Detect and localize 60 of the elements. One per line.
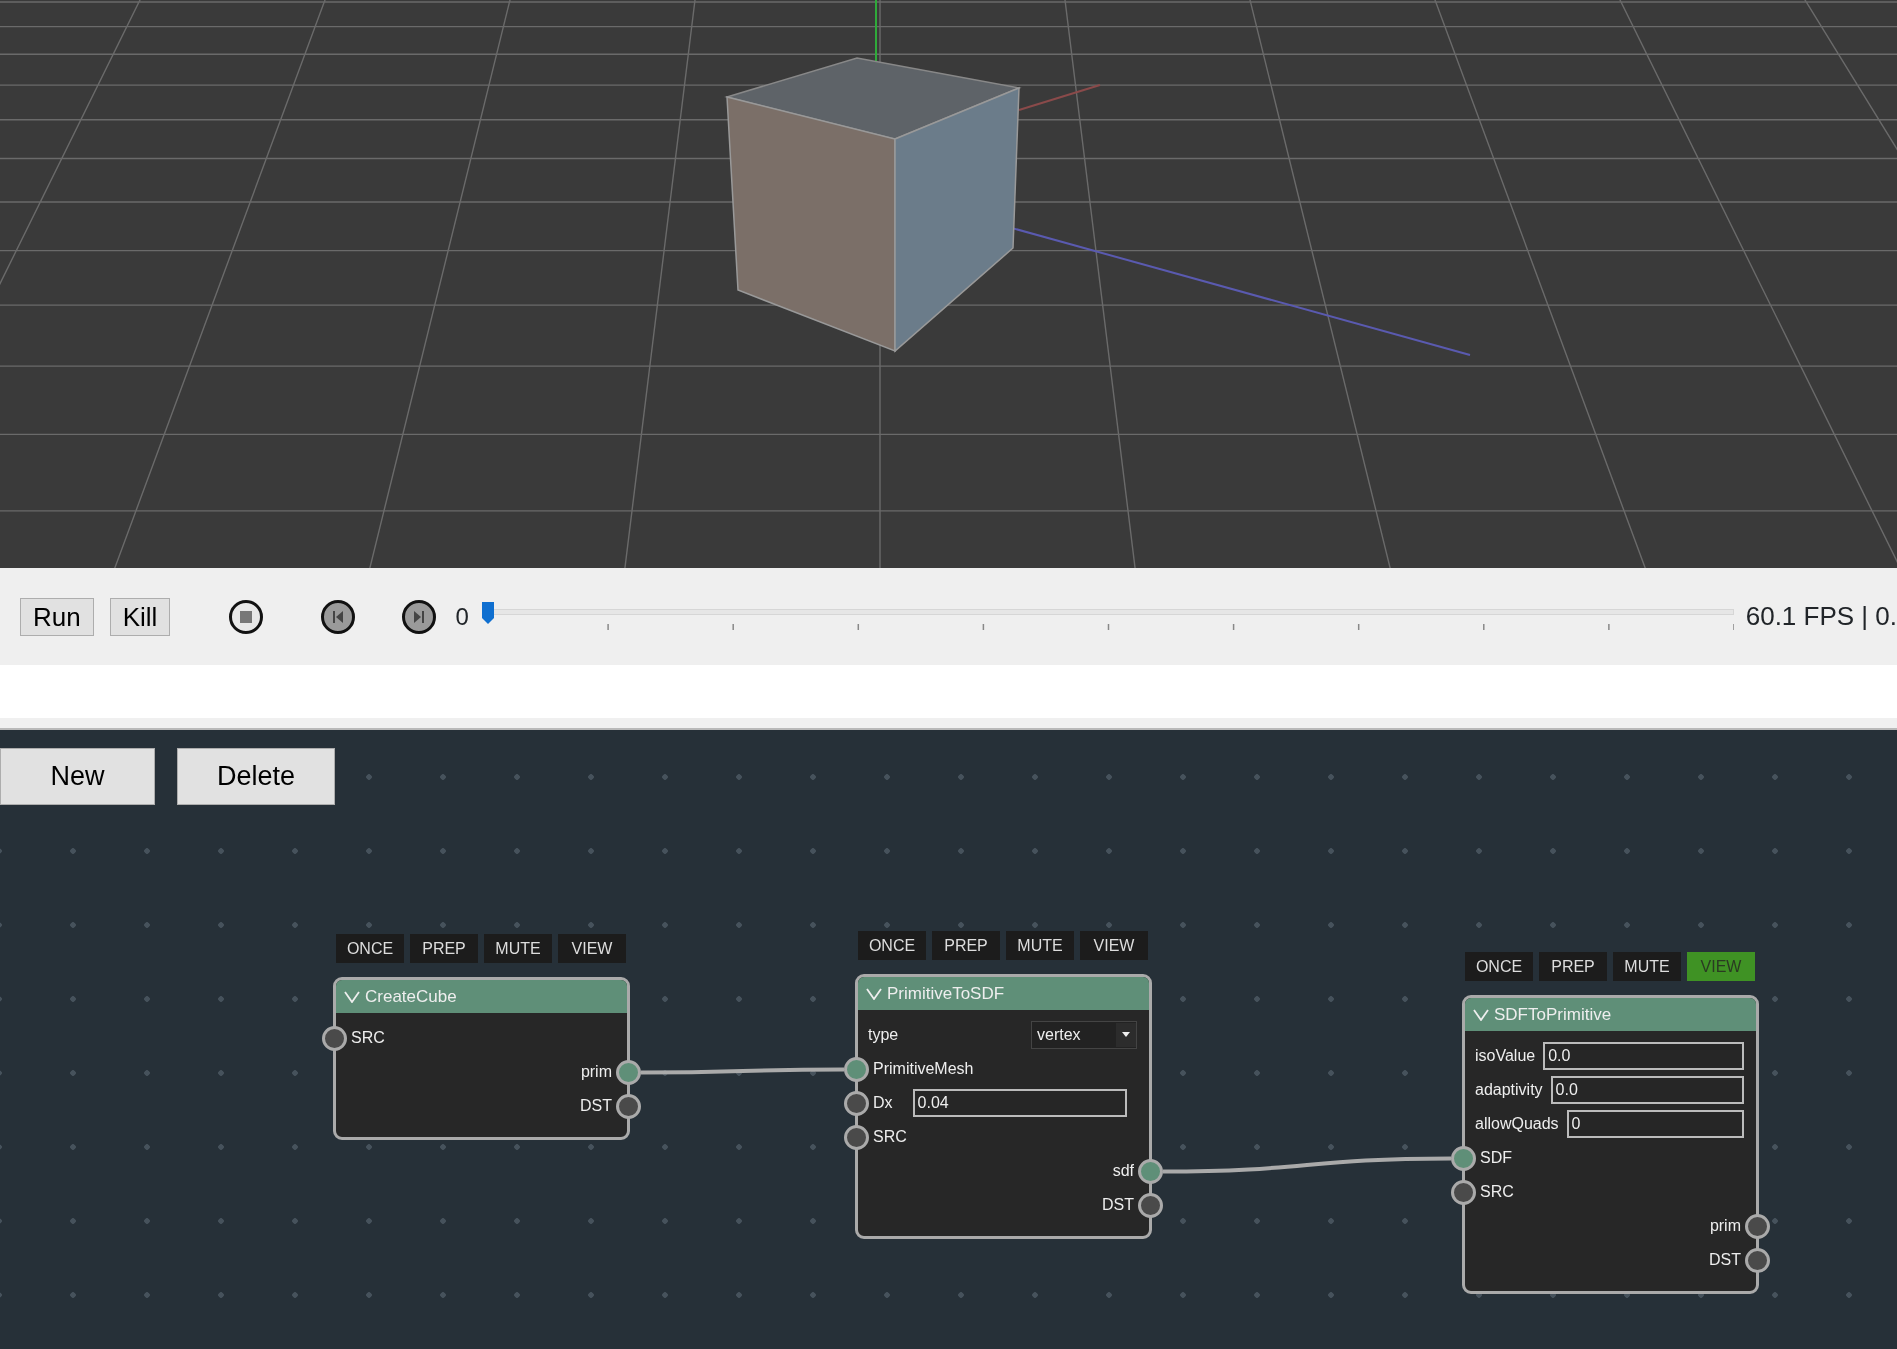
- param-label: allowQuads: [1475, 1114, 1559, 1134]
- toggle-button[interactable]: MUTE: [1613, 952, 1681, 981]
- port-circle[interactable]: [1138, 1159, 1163, 1184]
- param-label: type: [868, 1025, 899, 1045]
- port-circle[interactable]: [844, 1091, 869, 1116]
- toggle-button[interactable]: ONCE: [1465, 952, 1533, 981]
- chevron-icon[interactable]: [866, 987, 882, 1000]
- new-button[interactable]: New: [0, 748, 155, 805]
- fps-readout: 60.1 FPS | 0.: [1745, 600, 1897, 633]
- param-label: isoValue: [1475, 1046, 1536, 1066]
- kill-button[interactable]: Kill: [109, 597, 171, 636]
- port-label: SRC: [1480, 1182, 1514, 1202]
- port-circle[interactable]: [1745, 1214, 1770, 1239]
- port-label: SDF: [1480, 1148, 1512, 1168]
- port-label: prim: [580, 1062, 612, 1082]
- port-label: sdf: [1112, 1161, 1134, 1181]
- port-circle[interactable]: [844, 1057, 869, 1082]
- value-field[interactable]: 0: [1566, 1110, 1744, 1138]
- port-label: DST: [1709, 1250, 1741, 1270]
- toggle-button[interactable]: ONCE: [336, 934, 404, 963]
- stop-icon[interactable]: [228, 598, 265, 635]
- toggle-button[interactable]: VIEW: [1080, 931, 1148, 960]
- port-circle[interactable]: [844, 1125, 869, 1150]
- run-button[interactable]: Run: [20, 597, 94, 636]
- param-label: adaptivity: [1475, 1080, 1543, 1100]
- value-field[interactable]: 0.0: [1543, 1042, 1744, 1070]
- frame-number: 0: [455, 601, 469, 632]
- chevron-icon[interactable]: [344, 990, 360, 1003]
- port-label: PrimitiveMesh: [873, 1059, 974, 1079]
- next-frame-icon[interactable]: [401, 598, 438, 635]
- previous-frame-icon[interactable]: [320, 598, 357, 635]
- port-label: DST: [1102, 1195, 1134, 1215]
- port-label: Dx: [873, 1093, 893, 1113]
- toggle-button[interactable]: PREP: [1539, 952, 1607, 981]
- toggle-button[interactable]: PREP: [932, 931, 1000, 960]
- port-label: SRC: [351, 1028, 385, 1048]
- toggle-button[interactable]: PREP: [410, 934, 478, 963]
- node-title: CreateCube: [365, 985, 457, 1008]
- port-label: prim: [1709, 1216, 1741, 1236]
- node-title: PrimitiveToSDF: [887, 982, 1005, 1005]
- port-circle[interactable]: [616, 1094, 641, 1119]
- delete-button[interactable]: Delete: [177, 748, 335, 805]
- port-circle[interactable]: [1451, 1146, 1476, 1171]
- slider-thumb[interactable]: [480, 600, 495, 625]
- value-field[interactable]: 0.0: [1550, 1076, 1744, 1104]
- dropdown[interactable]: vertex: [1031, 1021, 1137, 1049]
- chevron-icon[interactable]: [1473, 1008, 1489, 1021]
- port-circle[interactable]: [616, 1060, 641, 1085]
- toggle-button[interactable]: VIEW: [558, 934, 626, 963]
- node-title: SDFToPrimitive: [1494, 1003, 1612, 1026]
- port-label: DST: [580, 1096, 612, 1116]
- port-label: SRC: [873, 1127, 907, 1147]
- port-circle[interactable]: [1745, 1248, 1770, 1273]
- value-field[interactable]: 0.04: [912, 1089, 1127, 1117]
- port-circle[interactable]: [1451, 1180, 1476, 1205]
- toggle-button[interactable]: ONCE: [858, 931, 926, 960]
- port-circle[interactable]: [1138, 1193, 1163, 1218]
- port-circle[interactable]: [322, 1026, 347, 1051]
- toggle-button[interactable]: MUTE: [1006, 931, 1074, 960]
- toggle-button[interactable]: MUTE: [484, 934, 552, 963]
